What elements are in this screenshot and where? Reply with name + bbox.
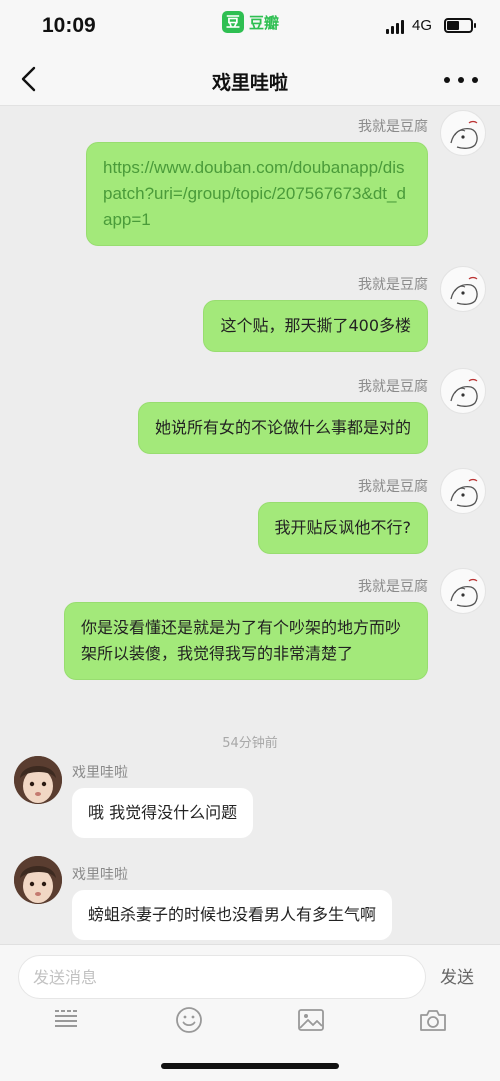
image-picker-button[interactable] xyxy=(296,1005,326,1035)
child-photo-avatar-icon xyxy=(14,756,62,804)
sender-name: 我就是豆腐 xyxy=(358,579,428,595)
sketch-avatar-icon xyxy=(450,120,478,149)
network-type: 4G xyxy=(412,17,433,34)
message-bubble[interactable]: 你是没看懂还是就是为了有个吵架的地方而吵架所以装傻，我觉得我写的非常清楚了 xyxy=(64,602,428,680)
message-timestamp: 54分钟前 xyxy=(222,736,278,751)
sketch-avatar-icon xyxy=(450,578,478,607)
camera-icon xyxy=(420,1010,446,1031)
cellular-signal-icon xyxy=(386,20,404,34)
sender-name: 戏里哇啦 xyxy=(72,867,128,883)
image-icon xyxy=(298,1009,324,1031)
status-bar: 10:09 豆 豆瓣 4G xyxy=(0,0,500,54)
sender-name: 我就是豆腐 xyxy=(358,119,428,135)
message-bubble[interactable]: 我开贴反讽他不行? xyxy=(257,502,428,554)
douban-logo-icon: 豆 xyxy=(222,11,244,33)
message-bubble[interactable]: 螃蛆杀妻子的时候也没看男人有多生气啊 xyxy=(72,890,393,940)
sender-name: 我就是豆腐 xyxy=(358,277,428,293)
status-app-name: 豆瓣 xyxy=(249,13,280,32)
sketch-avatar-icon xyxy=(450,478,478,507)
user-avatar[interactable] xyxy=(440,266,486,312)
user-avatar[interactable] xyxy=(440,468,486,514)
chat-title: 戏里哇啦 xyxy=(211,72,288,94)
smiley-icon xyxy=(176,1007,202,1033)
dot-icon xyxy=(472,77,478,83)
message-bubble[interactable]: 她说所有女的不论做什么事都是对的 xyxy=(137,402,428,454)
sketch-avatar-icon xyxy=(450,378,478,407)
dot-icon xyxy=(458,77,464,83)
emoji-button[interactable] xyxy=(174,1005,204,1035)
more-options-button[interactable] xyxy=(444,70,478,90)
battery-icon xyxy=(444,18,476,33)
keyboard-toggle-button[interactable] xyxy=(52,1005,82,1035)
message-bubble[interactable]: 哦 我觉得没什么问题 xyxy=(72,788,254,838)
chat-message-list[interactable]: 我就是豆腐 https://www.douban.com/doubanapp/d… xyxy=(0,106,500,944)
contact-avatar[interactable] xyxy=(14,756,62,804)
user-avatar[interactable] xyxy=(440,368,486,414)
status-app-indicator: 豆 豆瓣 xyxy=(222,10,279,34)
home-indicator xyxy=(161,1063,339,1069)
user-avatar[interactable] xyxy=(440,110,486,156)
status-time: 10:09 xyxy=(42,14,96,37)
message-bubble[interactable]: 这个贴，那天撕了400多楼 xyxy=(203,300,428,352)
user-avatar[interactable] xyxy=(440,568,486,614)
sender-name: 我就是豆腐 xyxy=(358,479,428,495)
contact-avatar[interactable] xyxy=(14,856,62,904)
sender-name: 戏里哇啦 xyxy=(72,765,128,781)
sender-name: 我就是豆腐 xyxy=(358,379,428,395)
message-input[interactable] xyxy=(18,955,426,999)
nav-bar: 戏里哇啦 xyxy=(0,54,500,106)
input-bar: 发送 xyxy=(0,944,500,1081)
sketch-avatar-icon xyxy=(450,276,478,305)
child-photo-avatar-icon xyxy=(14,856,62,904)
send-button[interactable]: 发送 xyxy=(440,963,474,988)
menu-lines-icon xyxy=(55,1010,77,1027)
camera-button[interactable] xyxy=(418,1005,448,1035)
dot-icon xyxy=(444,77,450,83)
message-bubble-link[interactable]: https://www.douban.com/doubanapp/dispatc… xyxy=(86,142,428,246)
